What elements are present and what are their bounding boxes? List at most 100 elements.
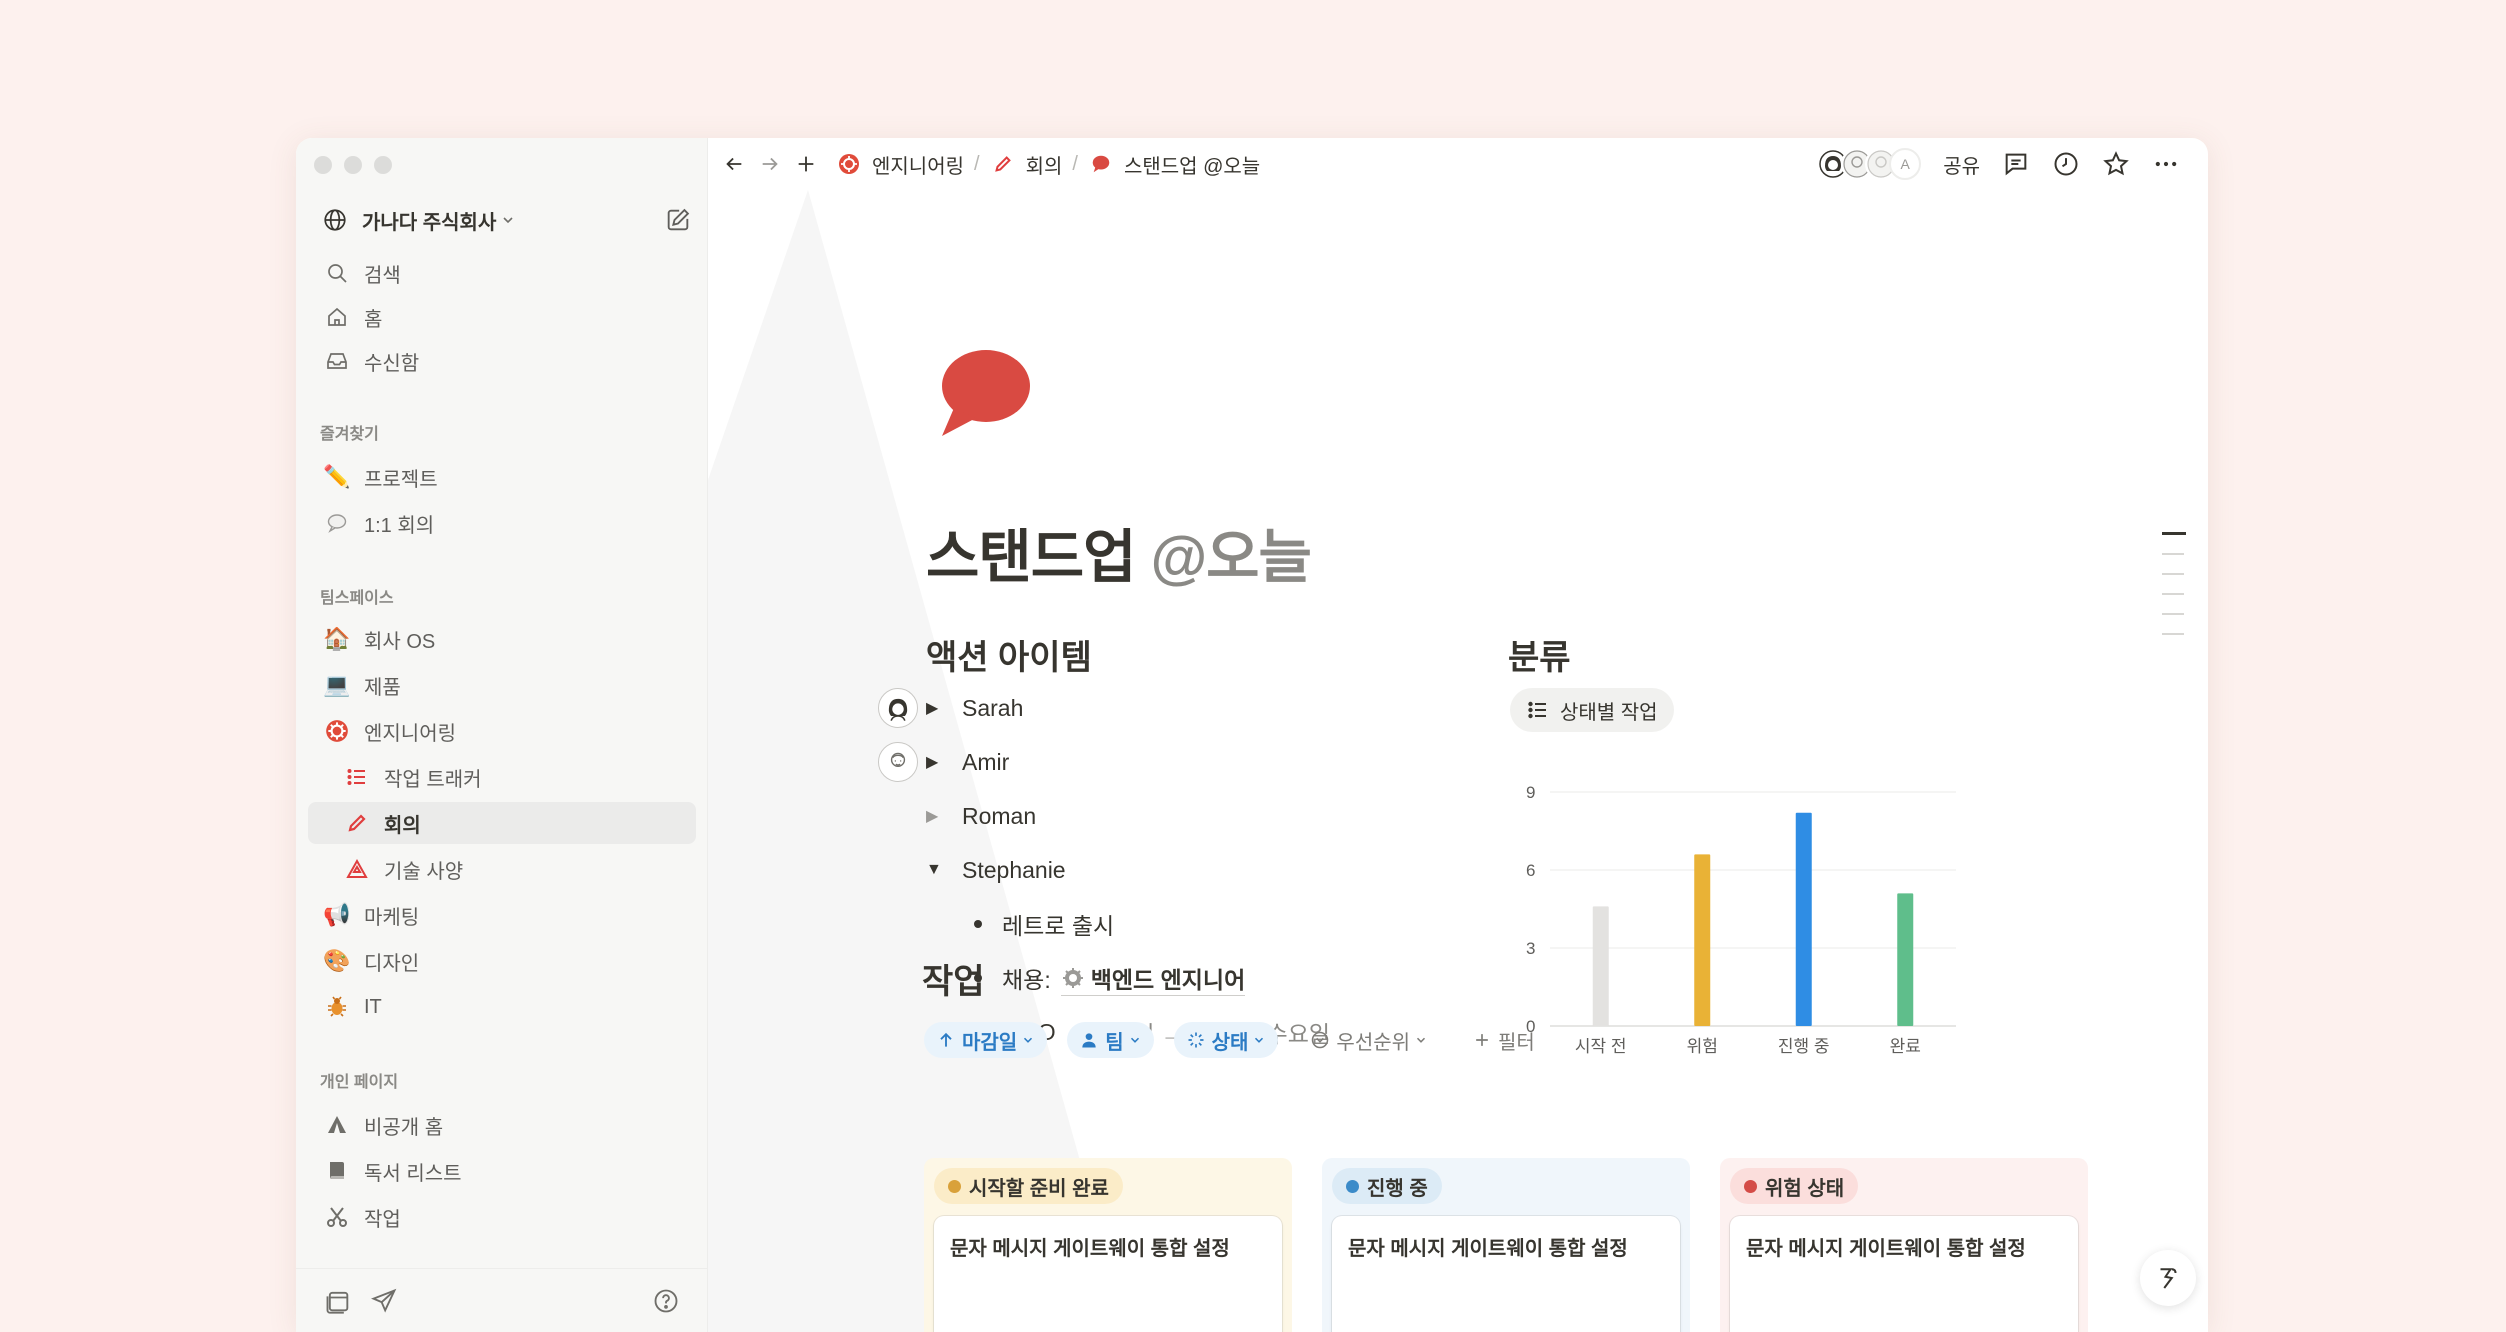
send-icon[interactable] [370, 1287, 398, 1315]
minimize-window-button[interactable] [344, 156, 362, 174]
breadcrumb-engineering[interactable]: 엔지니어링 [872, 150, 964, 179]
outline-line[interactable] [2162, 613, 2184, 615]
sidebar-item-label: 엔지니어링 [364, 722, 456, 745]
sidebar-item-one-on-one[interactable]: 1:1 회의 [308, 502, 696, 544]
bar-3[interactable] [1897, 893, 1914, 1026]
page-title[interactable]: 스탠드업 @오늘 [926, 510, 1312, 594]
calendar-icon[interactable] [324, 1287, 352, 1315]
speech-bubble-icon [324, 510, 350, 536]
status-label: 시작할 준비 완료 [969, 1177, 1109, 1200]
toggle-amir[interactable]: ▶ Amir [926, 742, 1009, 782]
x-tick-label: 완료 [1890, 1037, 1921, 1056]
loading-status-icon [1188, 1032, 1204, 1048]
toggle-triangle-icon[interactable]: ▶ [926, 752, 950, 772]
bar-1[interactable] [1694, 854, 1711, 1026]
house-emoji-icon: 🏠 [323, 626, 351, 651]
tasks-heading: 작업 [922, 963, 985, 1001]
sidebar-item-design[interactable]: 🎨 디자인 [308, 940, 696, 982]
collaborator-avatars[interactable]: A [1817, 148, 1922, 180]
toggle-triangle-icon[interactable]: ▶ [926, 806, 950, 826]
close-window-button[interactable] [314, 156, 332, 174]
status-badge[interactable]: 시작할 준비 완료 [934, 1168, 1123, 1204]
ai-assistant-button[interactable] [2140, 1250, 2196, 1306]
sort-due-date-chip[interactable]: 마감일 [924, 1022, 1048, 1058]
sidebar-item-private-home[interactable]: 비공개 홈 [308, 1104, 696, 1146]
workspace-switcher[interactable]: 가나다 주식회사 [322, 202, 692, 238]
sidebar-item-label: 비공개 홈 [364, 1116, 444, 1139]
sidebar-item-meetings[interactable]: 회의 [308, 802, 696, 844]
status-badge[interactable]: 위험 상태 [1730, 1168, 1859, 1204]
outline-line[interactable] [2162, 633, 2184, 635]
toggle-stephanie[interactable]: ▼ Stephanie [926, 850, 1066, 890]
sidebar-item-tasks[interactable]: 작업 [308, 1196, 696, 1238]
outline-line[interactable] [2162, 593, 2184, 595]
chevron-down-icon [1416, 1037, 1426, 1043]
view-tab-tasks-by-status[interactable]: 상태별 작업 [1510, 688, 1674, 732]
breadcrumb-meetings[interactable]: 회의 [1026, 150, 1063, 179]
y-tick-label: 9 [1526, 783, 1535, 802]
sidebar-item-task-tracker[interactable]: 작업 트래커 [308, 756, 696, 798]
task-card[interactable]: 문자 메시지 게이트웨이 통합 설정 [934, 1216, 1282, 1332]
date-mention[interactable]: @오늘 [1151, 525, 1312, 590]
sidebar-item-reading-list[interactable]: 독서 리스트 [308, 1150, 696, 1192]
sidebar-item-label: 마케팅 [364, 906, 420, 929]
bar-0[interactable] [1592, 906, 1609, 1026]
outline-line[interactable] [2162, 553, 2184, 555]
outline-line[interactable] [2162, 573, 2184, 575]
toggle-triangle-open-icon[interactable]: ▼ [926, 861, 950, 879]
person-name: Roman [962, 802, 1037, 829]
filter-priority-chip[interactable]: 우선순위 [1298, 1022, 1440, 1058]
priority-icon [1312, 1031, 1329, 1049]
y-tick-label: 3 [1526, 939, 1535, 958]
page-link-backend-engineer[interactable]: 백엔드 엔지니어 [1060, 961, 1246, 996]
avatar: A [1889, 148, 1922, 180]
sidebar-item-search[interactable]: 검색 [308, 252, 696, 294]
comment-icon[interactable] [2002, 150, 2030, 178]
add-filter-button[interactable]: 필터 [1460, 1022, 1547, 1058]
page-outline[interactable] [2162, 532, 2186, 653]
sidebar-item-marketing[interactable]: 📢 마케팅 [308, 894, 696, 936]
new-page-icon[interactable] [664, 206, 692, 234]
more-options-icon[interactable] [2152, 150, 2180, 178]
bar-2[interactable] [1795, 812, 1812, 1026]
view-tab-label: 상태별 작업 [1560, 701, 1658, 724]
category-heading: 분류 [1508, 639, 1571, 677]
task-card[interactable]: 문자 메시지 게이트웨이 통합 설정 [1332, 1216, 1680, 1332]
list-item[interactable]: 채용: 백엔드 엔지니어 [974, 958, 1246, 998]
status-dot [1744, 1179, 1757, 1193]
sidebar-item-label: 회의 [384, 814, 421, 837]
sidebar-item-home[interactable]: 홈 [308, 296, 696, 338]
sidebar-item-engineering[interactable]: 엔지니어링 [308, 710, 696, 752]
triangle-icon [344, 856, 370, 882]
sidebar-item-tech-spec[interactable]: 기술 사양 [308, 848, 696, 890]
x-tick-label: 시작 전 [1575, 1037, 1627, 1056]
toggle-triangle-icon[interactable]: ▶ [926, 698, 950, 718]
sidebar-item-product[interactable]: 💻 제품 [308, 664, 696, 706]
filter-status-chip[interactable]: 상태 [1173, 1022, 1279, 1058]
list-item[interactable]: 레트로 출시 [974, 904, 1114, 944]
task-card[interactable]: 문자 메시지 게이트웨이 통합 설정 [1730, 1216, 2078, 1332]
help-icon[interactable] [652, 1287, 680, 1315]
chip-label: 우선순위 [1336, 1031, 1411, 1054]
history-clock-icon[interactable] [2052, 150, 2080, 178]
toggle-sarah[interactable]: ▶ Sarah [926, 688, 1023, 728]
sidebar-item-it[interactable]: IT [308, 986, 696, 1028]
share-button[interactable]: 공유 [1943, 150, 1980, 179]
sidebar-item-projects[interactable]: ✏️ 프로젝트 [308, 456, 696, 498]
sidebar-item-company-os[interactable]: 🏠 회사 OS [308, 618, 696, 660]
status-badge[interactable]: 진행 중 [1332, 1168, 1442, 1204]
filter-team-chip[interactable]: 팀 [1067, 1022, 1154, 1058]
toggle-roman[interactable]: ▶ Roman [926, 796, 1036, 836]
person-icon [1082, 1033, 1096, 1048]
star-icon[interactable] [2102, 150, 2130, 178]
sidebar-item-inbox[interactable]: 수신함 [308, 340, 696, 382]
breadcrumb-current-page[interactable]: 스탠드업 @오늘 [1124, 150, 1260, 179]
maximize-window-button[interactable] [374, 156, 392, 174]
add-icon[interactable] [792, 150, 820, 178]
speech-bubble-icon [1088, 151, 1114, 177]
page-speech-bubble-icon[interactable] [936, 344, 1036, 444]
forward-icon[interactable] [756, 150, 784, 178]
back-icon[interactable] [720, 150, 748, 178]
palette-emoji-icon: 🎨 [323, 948, 351, 973]
outline-line[interactable] [2162, 532, 2186, 535]
